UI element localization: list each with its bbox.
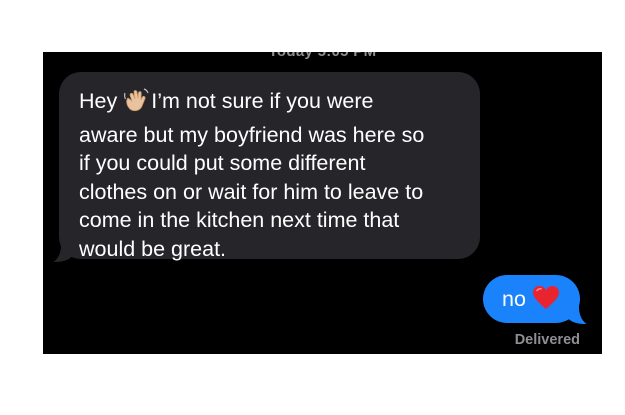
message-line-6: would be great.	[79, 236, 227, 261]
message-line-4: clothes on or wait for him to leave to	[79, 179, 424, 204]
message-line-3: if you could put some different	[79, 151, 366, 175]
message-timestamp: Today 5:05 PM	[43, 52, 602, 60]
message-greeting: Hey	[79, 89, 118, 113]
message-line-2: aware but my boyfriend was here so	[79, 122, 425, 147]
message-line-5: come in the kitchen next time that	[79, 208, 400, 232]
message-line-1-rest: I’m not sure if you were	[151, 89, 374, 113]
delivery-status: Delivered	[514, 332, 580, 348]
messages-screen: Today 5:05 PM Hey I’m not sure if you we…	[43, 52, 602, 354]
outgoing-message-bubble[interactable]: no	[483, 275, 580, 323]
waving-hand-icon	[123, 87, 149, 121]
red-heart-icon	[532, 285, 560, 317]
message-line-1: Hey I’m not sure if you were	[79, 87, 466, 121]
outgoing-message-text: no	[502, 287, 526, 311]
incoming-message-bubble[interactable]: Hey I’m not sure if you were aware but m…	[59, 72, 480, 261]
